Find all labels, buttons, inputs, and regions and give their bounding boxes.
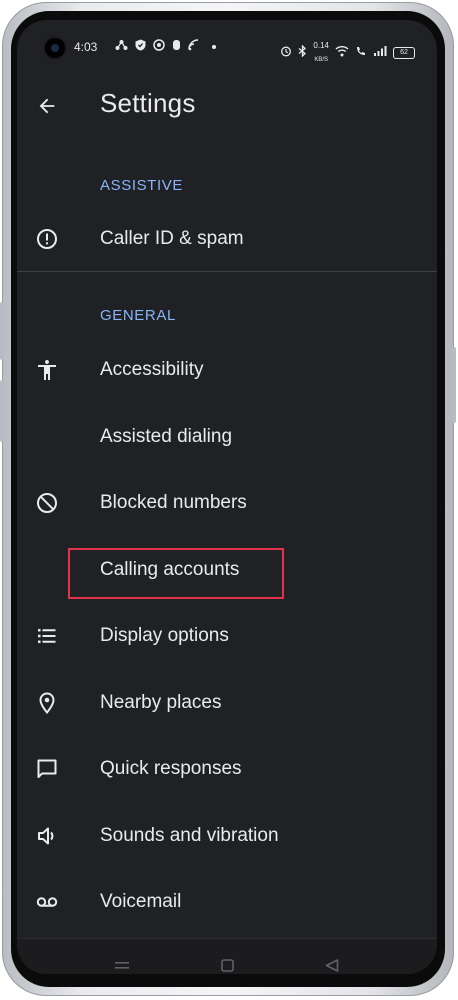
info-icon [35, 227, 59, 251]
home-square-icon [221, 959, 234, 972]
chat-bubble-icon [35, 757, 59, 781]
highlight-box [68, 548, 284, 599]
section-divider [17, 271, 437, 272]
network-speed: 0.14 KB/S [313, 39, 329, 67]
recents-button[interactable] [115, 959, 129, 971]
settings-item-label: Display options [100, 625, 229, 646]
status-time: 4:03 [74, 40, 98, 54]
app-notification-icon [172, 39, 181, 55]
speaker-icon [35, 824, 59, 848]
more-notifications-dot [212, 45, 216, 49]
screen: 4:03 0.14 KB/S 62 Settings ASSISTIVE Cal… [17, 20, 437, 974]
settings-item-quick-responses[interactable]: Quick responses [17, 736, 437, 802]
network-share-icon [115, 39, 128, 55]
settings-item-label: Blocked numbers [100, 492, 247, 513]
section-header-general: GENERAL [100, 307, 176, 324]
alarm-icon [280, 45, 292, 61]
cast-icon [188, 39, 201, 55]
settings-item-label: Quick responses [100, 758, 242, 779]
wifi-icon [335, 45, 349, 61]
settings-item-caller-id-spam[interactable]: Caller ID & spam [17, 206, 437, 272]
list-icon [35, 624, 59, 648]
top-app-bar: Settings [17, 84, 437, 132]
battery-icon: 62 [393, 47, 415, 59]
system-navigation-bar [17, 938, 437, 974]
accessibility-icon [35, 358, 59, 382]
settings-item-blocked-numbers[interactable]: Blocked numbers [17, 470, 437, 536]
section-header-assistive: ASSISTIVE [100, 177, 183, 194]
home-button[interactable] [221, 959, 234, 972]
volume-button [0, 302, 4, 360]
settings-item-label: Sounds and vibration [100, 825, 279, 846]
system-status-icons: 0.14 KB/S 62 [280, 39, 415, 67]
settings-item-label: Voicemail [100, 891, 182, 912]
network-speed-value: 0.14 [313, 41, 329, 50]
back-triangle-icon [325, 959, 339, 972]
page-title: Settings [100, 88, 196, 118]
settings-item-voicemail[interactable]: Voicemail [17, 869, 437, 935]
volume-button [0, 380, 4, 442]
bluetooth-icon [298, 44, 307, 61]
menu-icon [115, 962, 129, 969]
settings-item-label: Assisted dialing [100, 426, 233, 447]
wifi-calling-icon [355, 45, 367, 61]
settings-item-display-options[interactable]: Display options [17, 603, 437, 669]
voicemail-icon [35, 890, 59, 914]
back-button[interactable] [33, 92, 61, 120]
settings-item-label: Accessibility [100, 359, 204, 380]
settings-item-label: Caller ID & spam [100, 228, 244, 249]
settings-item-accessibility[interactable]: Accessibility [17, 337, 437, 403]
settings-item-nearby-places[interactable]: Nearby places [17, 670, 437, 736]
back-nav-button[interactable] [325, 959, 339, 972]
front-camera [45, 38, 65, 58]
network-speed-unit: KB/S [314, 57, 329, 63]
power-button [452, 347, 456, 423]
settings-item-assisted-dialing[interactable]: Assisted dialing [17, 404, 437, 470]
shield-icon [135, 39, 146, 55]
settings-item-label: Nearby places [100, 692, 222, 713]
arrow-back-icon [39, 98, 55, 114]
status-bar: 4:03 0.14 KB/S 62 [17, 30, 437, 66]
notification-icons [115, 39, 216, 55]
block-icon [35, 491, 59, 515]
location-pin-icon [35, 691, 59, 715]
signal-icon [373, 45, 387, 61]
settings-item-sounds-vibration[interactable]: Sounds and vibration [17, 803, 437, 869]
app-notification-icon [153, 39, 165, 55]
